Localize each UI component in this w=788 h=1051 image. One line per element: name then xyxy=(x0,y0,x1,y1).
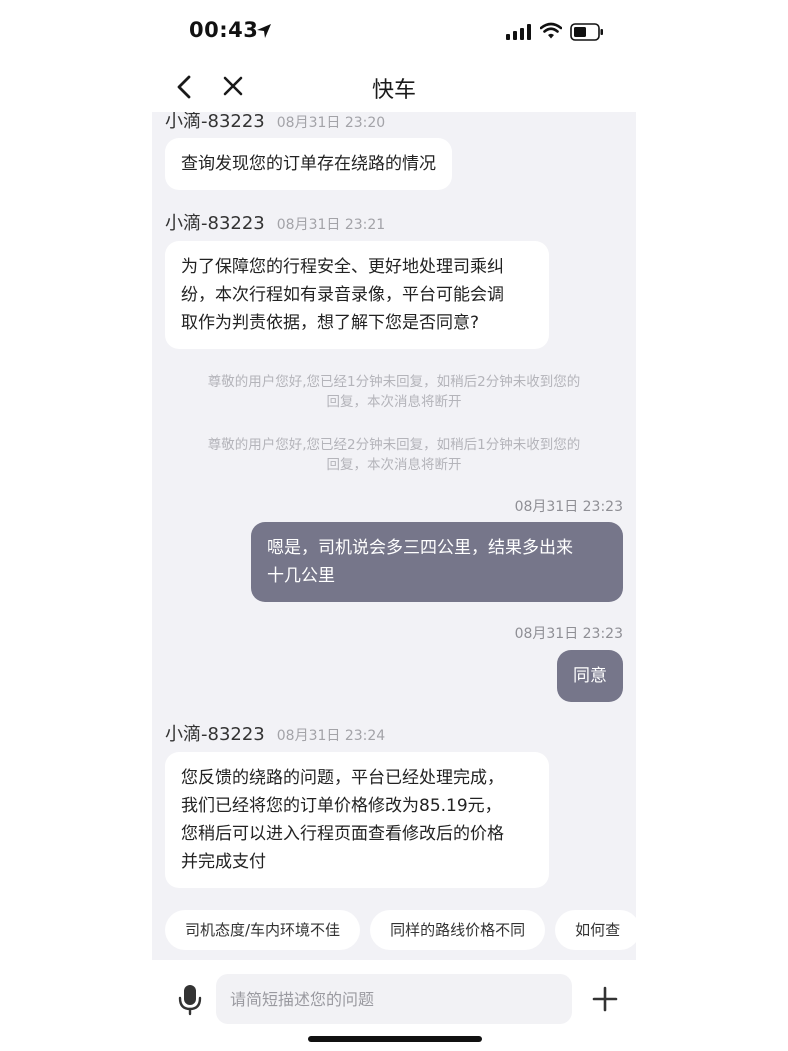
message-input[interactable] xyxy=(216,974,572,1024)
input-bar xyxy=(152,960,636,1051)
message-line: 纷，本次行程如有录音录像，平台可能会调 xyxy=(181,285,504,305)
battery-icon xyxy=(570,23,603,41)
message-time: 08月31日 23:23 xyxy=(514,626,623,642)
message-line: 并完成支付 xyxy=(181,852,266,872)
message-line: 您反馈的绕路的问题，平台已经处理完成， xyxy=(181,768,504,788)
incoming-message-bubble[interactable]: 为了保障您的行程安全、更好地处理司乘纠 纷，本次行程如有录音录像，平台可能会调 … xyxy=(165,241,549,349)
system-notice-line: 回复，本次消息将断开 xyxy=(326,394,462,410)
message-line: 为了保障您的行程安全、更好地处理司乘纠 xyxy=(181,257,504,277)
sender-name: 小滴-83223 xyxy=(165,213,265,234)
quick-reply-chip[interactable]: 同样的路线价格不同 xyxy=(370,910,546,950)
quick-reply-chip[interactable]: 如何查 xyxy=(555,910,636,950)
outgoing-message-bubble[interactable]: 同意 xyxy=(557,650,623,702)
message-line: 取作为判责依据，想了解下您是否同意? xyxy=(181,313,480,333)
message-time: 08月31日 23:23 xyxy=(514,499,623,515)
message-line: 嗯是，司机说会多三四公里，结果多出来 xyxy=(267,538,573,558)
message-time: 08月31日 23:20 xyxy=(276,115,386,131)
plus-icon[interactable] xyxy=(592,986,618,1012)
phone-screen: 00:43 快车 小滴-83223 08月31日 23:20 查询发现您的订单存… xyxy=(152,0,636,1051)
system-notice: 尊敬的用户您好,您已经1分钟未回复，如稍后2分钟未收到您的 回复，本次消息将断开 xyxy=(172,372,616,412)
sender-name: 小滴-83223 xyxy=(165,112,265,132)
message-header: 小滴-83223 08月31日 23:20 xyxy=(165,112,385,133)
outgoing-message-bubble[interactable]: 嗯是，司机说会多三四公里，结果多出来 十几公里 xyxy=(251,522,623,602)
message-time: 08月31日 23:24 xyxy=(276,728,386,744)
message-header: 小滴-83223 08月31日 23:21 xyxy=(165,209,385,235)
incoming-message-bubble[interactable]: 您反馈的绕路的问题，平台已经处理完成， 我们已经将您的订单价格修改为85.19元… xyxy=(165,752,549,888)
nav-bar: 快车 xyxy=(152,62,636,112)
message-text: 同意 xyxy=(573,666,607,686)
system-notice-line: 尊敬的用户您好,您已经2分钟未回复，如稍后1分钟未收到您的 xyxy=(207,437,581,453)
status-time: 00:43 xyxy=(189,18,259,42)
quick-reply-chip[interactable]: 司机态度/车内环境不佳 xyxy=(165,910,361,950)
message-line: 您稍后可以进入行程页面查看修改后的价格 xyxy=(181,824,504,844)
system-notice-line: 回复，本次消息将断开 xyxy=(326,457,462,473)
message-time: 08月31日 23:21 xyxy=(276,217,386,233)
signal-icon xyxy=(506,24,531,40)
message-line: 十几公里 xyxy=(267,566,335,586)
message-line: 我们已经将您的订单价格修改为85.19元， xyxy=(181,796,502,816)
sender-name: 小滴-83223 xyxy=(165,724,265,745)
message-text: 查询发现您的订单存在绕路的情况 xyxy=(181,154,436,174)
system-notice: 尊敬的用户您好,您已经2分钟未回复，如稍后1分钟未收到您的 回复，本次消息将断开 xyxy=(172,435,616,475)
message-header: 小滴-83223 08月31日 23:24 xyxy=(165,720,385,746)
microphone-icon[interactable] xyxy=(178,984,202,1016)
page-title: 快车 xyxy=(371,78,416,103)
quick-reply-row: 司机态度/车内环境不佳 同样的路线价格不同 如何查 xyxy=(165,910,636,950)
status-bar: 00:43 xyxy=(152,0,636,62)
home-indicator[interactable] xyxy=(308,1036,482,1042)
incoming-message-bubble[interactable]: 查询发现您的订单存在绕路的情况 xyxy=(165,138,452,190)
chat-thread[interactable]: 小滴-83223 08月31日 23:20 查询发现您的订单存在绕路的情况 小滴… xyxy=(152,112,636,960)
wifi-icon xyxy=(540,22,562,39)
location-arrow-icon xyxy=(257,24,271,38)
system-notice-line: 尊敬的用户您好,您已经1分钟未回复，如稍后2分钟未收到您的 xyxy=(207,374,581,390)
